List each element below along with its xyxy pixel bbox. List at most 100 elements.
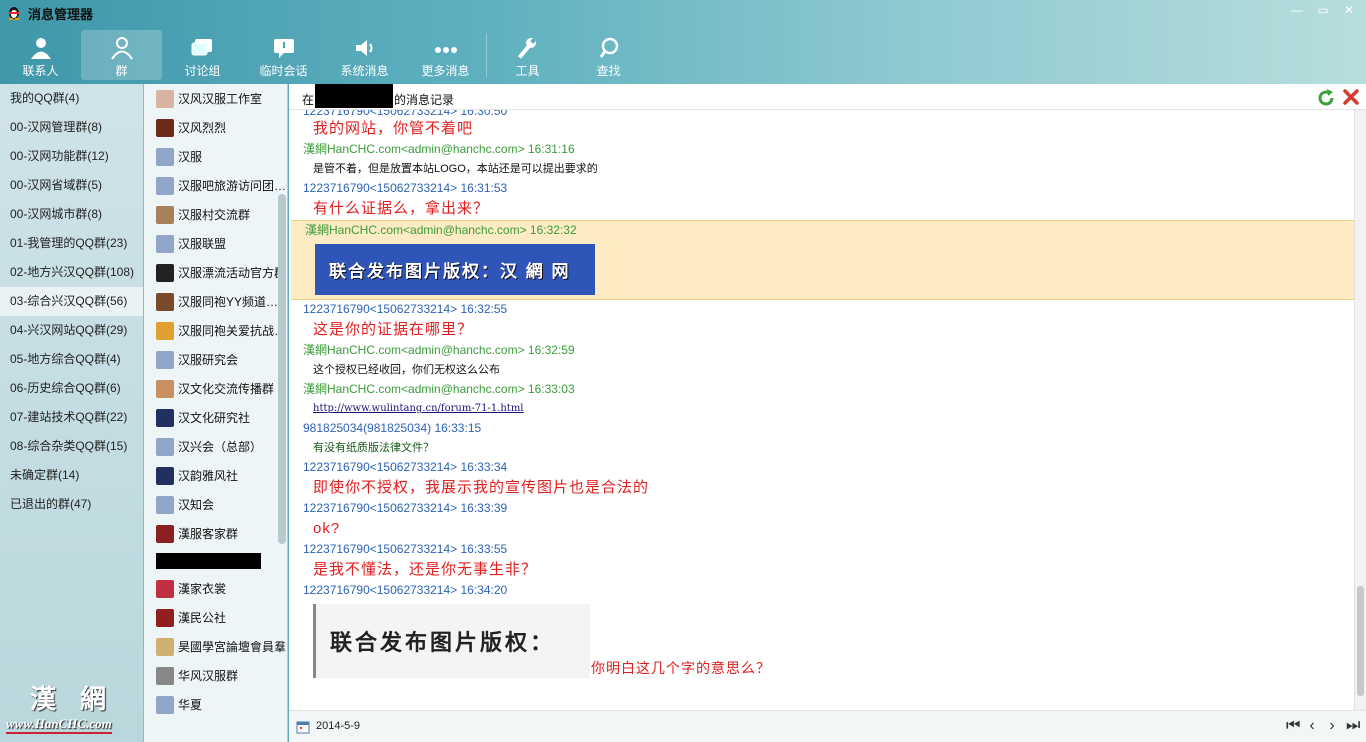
tool-system-messages[interactable]: 系统消息 bbox=[324, 30, 405, 80]
next-page-icon[interactable]: › bbox=[1326, 717, 1338, 735]
group-avatar bbox=[156, 666, 174, 685]
tool-discussion[interactable]: 讨论组 bbox=[162, 30, 243, 80]
message-text: 有什么证据么，拿出来？ bbox=[313, 200, 490, 217]
group-item[interactable]: 汉服 bbox=[144, 142, 287, 171]
tool-label: 工具 bbox=[515, 64, 540, 78]
category-item[interactable]: 05-地方综合QQ群(4) bbox=[0, 345, 143, 374]
close-button[interactable]: ✕ bbox=[1338, 2, 1360, 18]
message-meta: 漢網HanCHC.com<admin@hanchc.com> 16:31:16 bbox=[303, 142, 575, 156]
history-footer: 2014-5-9 ⏮ ‹ › ⏭ bbox=[289, 710, 1366, 742]
group-avatar bbox=[156, 118, 174, 137]
delete-icon[interactable] bbox=[1342, 88, 1360, 106]
title-bar: 消息管理器 — ▭ ✕ bbox=[0, 0, 1366, 24]
minimize-button[interactable]: — bbox=[1286, 2, 1308, 18]
message-text: 是管不着，但是放置本站LOGO，本站还是可以提出要求的 bbox=[313, 163, 598, 175]
group-name: 漢民公社 bbox=[178, 611, 227, 625]
message-link[interactable]: http://www.wulintang.cn/forum-71-1.html bbox=[289, 399, 1354, 419]
maximize-button[interactable]: ▭ bbox=[1312, 2, 1334, 18]
history-date[interactable]: 2014-5-9 bbox=[316, 720, 360, 732]
category-item[interactable]: 01-我管理的QQ群(23) bbox=[0, 229, 143, 258]
group-item[interactable]: 华夏 bbox=[144, 690, 287, 719]
category-item[interactable]: 00-汉网管理群(8) bbox=[0, 113, 143, 142]
group-item[interactable]: 汉韵雅风社 bbox=[144, 461, 287, 490]
category-item[interactable]: 00-汉网城市群(8) bbox=[0, 200, 143, 229]
message-list: 1223716790<15062733214> 16:30:50 我的网站，你管… bbox=[289, 110, 1354, 710]
calendar-icon[interactable] bbox=[296, 720, 310, 734]
group-item[interactable]: 汉服同袍YY频道招… bbox=[144, 287, 287, 316]
group-item[interactable]: 汉文化交流传播群 bbox=[144, 374, 287, 403]
tool-search[interactable]: 查找 bbox=[568, 30, 649, 80]
refresh-icon[interactable] bbox=[1316, 88, 1336, 108]
group-item[interactable]: 汉风烈烈 bbox=[144, 113, 287, 142]
group-name: 昊國學宮論壇會員羣 bbox=[178, 640, 287, 654]
group-item[interactable]: 漢家衣裳 bbox=[144, 574, 287, 603]
banner-text: 联合发布图片版权：汉 網 网 bbox=[329, 262, 571, 281]
qq-penguin-icon bbox=[8, 7, 20, 20]
copyright-banner-image-large[interactable]: 联合发布图片版权： bbox=[313, 604, 590, 678]
tool-tools[interactable]: 工具 bbox=[487, 30, 568, 80]
highlighted-message[interactable]: 漢網HanCHC.com<admin@hanchc.com> 16:32:32 … bbox=[291, 220, 1354, 300]
group-name: 汉文化交流传播群 bbox=[178, 382, 275, 396]
group-avatar bbox=[156, 350, 174, 369]
category-item[interactable]: 我的QQ群(4) bbox=[0, 84, 143, 113]
message-meta: 1223716790<15062733214> 16:33:39 bbox=[303, 501, 508, 515]
message-text: ok? bbox=[313, 520, 341, 537]
group-name: 华风汉服群 bbox=[178, 669, 239, 683]
group-name: 漢服客家群 bbox=[178, 527, 239, 541]
category-item[interactable]: 00-汉网省域群(5) bbox=[0, 171, 143, 200]
message-history-panel: 在 的消息记录 1223716790<15062733214> 16:30:50… bbox=[289, 84, 1366, 742]
category-item[interactable]: 已退出的群(47) bbox=[0, 490, 143, 519]
group-avatar bbox=[156, 608, 174, 627]
group-item[interactable]: 汉风汉服工作室 bbox=[144, 84, 287, 113]
group-item[interactable]: 汉服联盟 bbox=[144, 229, 287, 258]
group-item-redacted[interactable] bbox=[144, 548, 287, 574]
group-item[interactable]: 汉知会 bbox=[144, 490, 287, 519]
tool-temp-chat[interactable]: 临时会话 bbox=[243, 30, 324, 80]
group-list-scrollbar[interactable] bbox=[278, 194, 286, 544]
message-text: 有没有纸质版法律文件？ bbox=[313, 442, 434, 454]
message-text: 这是你的证据在哪里？ bbox=[313, 321, 474, 338]
category-item[interactable]: 08-综合杂类QQ群(15) bbox=[0, 432, 143, 461]
category-item[interactable]: 03-综合兴汉QQ群(56) bbox=[0, 287, 143, 316]
prev-page-icon[interactable]: ‹ bbox=[1306, 717, 1318, 735]
group-item[interactable]: 漢民公社 bbox=[144, 603, 287, 632]
category-item[interactable]: 00-汉网功能群(12) bbox=[0, 142, 143, 171]
group-avatar bbox=[156, 695, 174, 714]
group-name: 汉风烈烈 bbox=[178, 121, 227, 135]
group-item[interactable]: 漢服客家群 bbox=[144, 519, 287, 548]
last-page-icon[interactable]: ⏭ bbox=[1346, 717, 1360, 735]
group-item[interactable]: 汉服吧旅游访问团… bbox=[144, 171, 287, 200]
message-group-1: 我的网站，你管不着吧 漢網HanCHC.com<admin@hanchc.com>… bbox=[289, 118, 1354, 220]
group-avatar bbox=[156, 292, 174, 311]
category-item[interactable]: 04-兴汉网站QQ群(29) bbox=[0, 316, 143, 345]
group-avatar bbox=[156, 234, 174, 253]
group-item[interactable]: 汉文化研究社 bbox=[144, 403, 287, 432]
group-item[interactable]: 汉服村交流群 bbox=[144, 200, 287, 229]
group-item[interactable]: 汉服同袍关爱抗战… bbox=[144, 316, 287, 345]
tool-contacts[interactable]: 联系人 bbox=[0, 30, 81, 80]
last-message: 联合发布图片版权： 你明白这几个字的意思么？ bbox=[289, 604, 1354, 678]
message-meta: 981825034(981825034) 16:33:15 bbox=[303, 421, 482, 435]
category-item[interactable]: 07-建站技术QQ群(22) bbox=[0, 403, 143, 432]
tool-more-messages[interactable]: 更多消息 bbox=[405, 30, 486, 80]
tool-groups[interactable]: 群 bbox=[81, 30, 162, 80]
contacts-icon bbox=[30, 38, 51, 59]
first-page-icon[interactable]: ⏮ bbox=[1286, 717, 1300, 735]
category-item[interactable]: 未确定群(14) bbox=[0, 461, 143, 490]
group-item[interactable]: 汉服漂流活动官方群 bbox=[144, 258, 287, 287]
category-item[interactable]: 06-历史综合QQ群(6) bbox=[0, 374, 143, 403]
copyright-banner-image[interactable]: 联合发布图片版权：汉 網 网 bbox=[315, 244, 595, 295]
group-item[interactable]: 汉兴会（总部） bbox=[144, 432, 287, 461]
group-item[interactable]: 汉服研究会 bbox=[144, 345, 287, 374]
wrench-icon bbox=[517, 38, 536, 59]
scrollbar-thumb[interactable] bbox=[1357, 586, 1364, 696]
message-text: 这个授权已经收回，你们无权这么公布 bbox=[313, 364, 500, 376]
group-item[interactable]: 昊國學宮論壇會員羣 bbox=[144, 632, 287, 661]
group-avatar bbox=[156, 437, 174, 456]
more-icon bbox=[434, 47, 457, 53]
group-item[interactable]: 华风汉服群 bbox=[144, 661, 287, 690]
message-meta: 1223716790<15062733214> 16:33:34 bbox=[303, 460, 508, 474]
logo-url: www.HanCHC.com bbox=[6, 716, 112, 734]
category-item[interactable]: 02-地方兴汉QQ群(108) bbox=[0, 258, 143, 287]
message-scrollbar[interactable] bbox=[1354, 110, 1366, 710]
